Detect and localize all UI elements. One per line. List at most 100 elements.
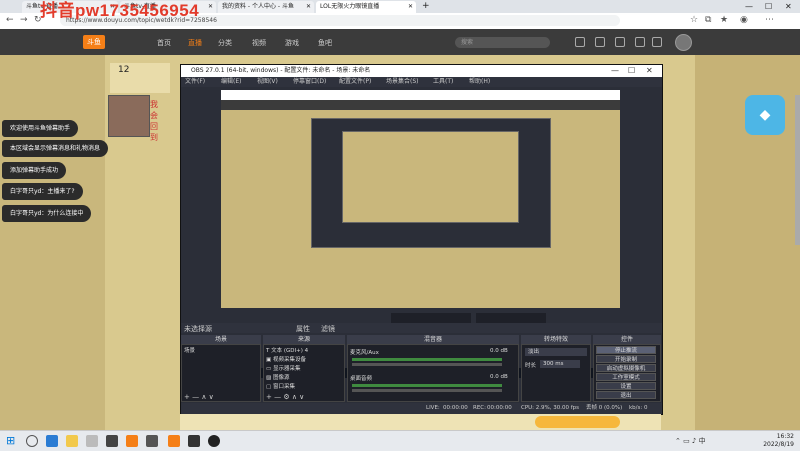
add-scene-button[interactable]: + — ∧ ∨ bbox=[184, 393, 214, 401]
search-icon[interactable] bbox=[26, 435, 38, 447]
duration-input[interactable]: 300 ms bbox=[540, 360, 580, 368]
camera-icon: ▣ bbox=[266, 357, 273, 363]
filters-button[interactable]: 滤镜 bbox=[321, 324, 335, 334]
close-icon[interactable]: ✕ bbox=[408, 1, 413, 13]
close-window-icon[interactable]: ✕ bbox=[785, 0, 792, 13]
exit-button[interactable]: 退出 bbox=[596, 391, 656, 399]
nav-item-home[interactable]: 首页 bbox=[157, 38, 171, 48]
chat-bubble: 欢迎使用斗鱼弹幕助手 bbox=[2, 120, 79, 137]
duration-label: 时长 bbox=[525, 363, 537, 369]
menu-item-scene-collection[interactable]: 场景集合(S) bbox=[386, 77, 419, 87]
menu-item-view[interactable]: 视图(V) bbox=[257, 77, 278, 87]
close-icon[interactable]: ✕ bbox=[646, 65, 653, 77]
promo-badge[interactable]: ◆ bbox=[745, 95, 785, 135]
start-recording-button[interactable]: 开始录制 bbox=[596, 355, 656, 363]
volume-slider[interactable] bbox=[352, 363, 502, 366]
transition-select[interactable]: 淡出 bbox=[525, 348, 587, 356]
dropped-frames: 丢帧 0 (0.0%) bbox=[586, 405, 623, 411]
mixer-track-name: 桌面音频 bbox=[350, 376, 373, 382]
extensions-icon[interactable]: ⧉ bbox=[705, 15, 711, 26]
nav-item-video[interactable]: 视频 bbox=[252, 38, 266, 48]
close-icon[interactable]: ✕ bbox=[306, 1, 311, 13]
tool-icon[interactable] bbox=[146, 435, 158, 447]
scene-item[interactable]: 场景 bbox=[184, 347, 195, 355]
source-item[interactable]: ▣ 视频采集设备 bbox=[266, 356, 306, 364]
nav-item-category[interactable]: 分类 bbox=[218, 38, 232, 48]
menu-item-file[interactable]: 文件(F) bbox=[185, 77, 205, 87]
source-item[interactable]: ▨ 图像源 bbox=[266, 374, 289, 382]
broadcast-icon[interactable] bbox=[635, 37, 645, 47]
source-item[interactable]: ▭ 显示器采集 bbox=[266, 365, 300, 373]
source-label: 视频采集设备 bbox=[272, 357, 306, 363]
edge-icon[interactable] bbox=[46, 435, 58, 447]
store-icon[interactable] bbox=[86, 435, 98, 447]
scrollbar[interactable] bbox=[795, 95, 800, 245]
level-card: 12 bbox=[110, 63, 170, 93]
nav-item-game[interactable]: 游戏 bbox=[285, 38, 299, 48]
menu-item-docks[interactable]: 停靠窗口(D) bbox=[293, 77, 326, 87]
browser-tab-3[interactable]: 我的资料 - 个人中心 - 斗鱼 ✕ bbox=[218, 1, 314, 13]
forward-icon[interactable]: → bbox=[20, 15, 28, 26]
properties-button[interactable]: 属性 bbox=[296, 324, 310, 334]
nav-item-live[interactable]: 直播 bbox=[188, 38, 202, 48]
source-item[interactable]: ▢ 窗口采集 bbox=[266, 383, 295, 391]
studio-mode-button[interactable]: 工作室模式 bbox=[596, 373, 656, 381]
source-item[interactable]: T 文本 (GDI+) 4 bbox=[266, 347, 308, 355]
add-source-button[interactable]: + — ⚙ ∧ ∨ bbox=[266, 393, 304, 401]
source-toolbar: 未选择源 属性 滤镜 bbox=[181, 323, 662, 333]
window-icon: ▢ bbox=[266, 384, 273, 390]
minimize-icon[interactable]: — bbox=[745, 0, 753, 13]
obs-icon[interactable] bbox=[208, 435, 220, 447]
close-icon[interactable]: ✕ bbox=[208, 1, 213, 13]
stop-streaming-button[interactable]: 停止推流 bbox=[596, 346, 656, 354]
clock-date: 2022/8/19 bbox=[763, 441, 794, 448]
history-icon[interactable] bbox=[575, 37, 585, 47]
menu-item-profile[interactable]: 配置文件(P) bbox=[339, 77, 371, 87]
settings-button[interactable]: 设置 bbox=[596, 382, 656, 390]
folder-icon[interactable] bbox=[66, 435, 78, 447]
menu-item-edit[interactable]: 编辑(E) bbox=[221, 77, 241, 87]
clock-time: 16:32 bbox=[776, 433, 794, 440]
maximize-icon[interactable]: ☐ bbox=[628, 65, 635, 77]
menu-item-tools[interactable]: 工具(T) bbox=[433, 77, 453, 87]
rec-label: REC: bbox=[473, 405, 486, 411]
virtual-camera-button[interactable]: 启动虚拟摄像机 bbox=[596, 364, 656, 372]
tray-icons[interactable]: ⌃ ▭ ♪ 中 bbox=[675, 436, 706, 446]
controls-dock-header: 控件 bbox=[593, 335, 661, 344]
taskbar-clock[interactable]: 16:32 2022/8/19 bbox=[763, 433, 794, 449]
menu-icon[interactable]: ⋯ bbox=[765, 15, 774, 26]
avatar[interactable] bbox=[675, 34, 692, 51]
maximize-icon[interactable]: ☐ bbox=[765, 0, 772, 13]
message-icon[interactable] bbox=[615, 37, 625, 47]
streamer-avatar[interactable] bbox=[108, 95, 150, 137]
browser-tab-4[interactable]: LOL无限火力眼镜直播 ✕ bbox=[316, 1, 416, 13]
rec-time: 00:00:00 bbox=[487, 405, 512, 411]
site-search-input[interactable]: 搜索 bbox=[455, 37, 550, 48]
volume-slider[interactable] bbox=[352, 389, 502, 392]
nav-item-fishbar[interactable]: 鱼吧 bbox=[318, 38, 332, 48]
new-tab-button[interactable]: + bbox=[422, 0, 430, 13]
watermark-text: 抖音pw1735456954 bbox=[40, 1, 200, 20]
live-label: LIVE: bbox=[426, 405, 440, 411]
star-icon[interactable]: ☆ bbox=[690, 15, 698, 26]
monitor-icon: ▭ bbox=[266, 366, 273, 372]
volume-meter bbox=[352, 384, 502, 387]
obs-status-bar: LIVE: 00:00:00 REC: 00:00:00 CPU: 2.9%, … bbox=[181, 403, 662, 414]
menu-item-help[interactable]: 帮助(H) bbox=[469, 77, 490, 87]
browser-icon[interactable] bbox=[168, 435, 180, 447]
favorites-icon[interactable]: ★ bbox=[720, 15, 728, 26]
follow-icon[interactable] bbox=[595, 37, 605, 47]
mixer-db: 0.0 dB bbox=[490, 348, 508, 354]
source-label: 文本 (GDI+) 4 bbox=[271, 348, 309, 354]
app-icon[interactable] bbox=[188, 435, 200, 447]
windows-start-icon[interactable]: ⊞ bbox=[6, 435, 18, 447]
minimize-icon[interactable]: — bbox=[611, 65, 619, 77]
back-icon[interactable]: ← bbox=[6, 15, 14, 26]
download-icon[interactable] bbox=[652, 37, 662, 47]
profile-icon[interactable]: ◉ bbox=[740, 15, 748, 26]
app-icon[interactable] bbox=[106, 435, 118, 447]
screen-capture-image bbox=[221, 90, 620, 308]
douyu-icon[interactable] bbox=[126, 435, 138, 447]
site-logo[interactable]: 斗鱼 bbox=[83, 35, 105, 49]
enter-button[interactable] bbox=[535, 416, 620, 428]
